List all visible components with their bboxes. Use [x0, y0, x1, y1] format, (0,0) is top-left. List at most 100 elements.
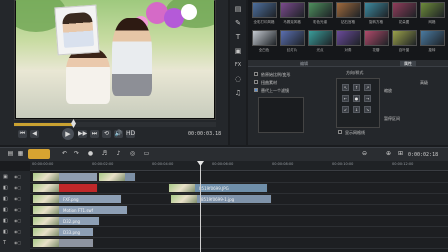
- effect-thumbnail[interactable]: [252, 30, 277, 46]
- ruler-label: 00:00:12:00: [392, 162, 414, 166]
- track-toggle-icon[interactable]: ◉▢: [14, 207, 26, 213]
- clip-thumbnail: [33, 228, 59, 236]
- filter-icon[interactable]: FX: [233, 60, 243, 70]
- effect-thumbnail[interactable]: [252, 2, 277, 18]
- effect-thumbnail[interactable]: [364, 2, 389, 18]
- direction-button[interactable]: ←: [342, 95, 349, 102]
- track-toggle-icon[interactable]: ◉▢: [14, 196, 26, 202]
- replace-filter-checkbox[interactable]: [254, 88, 258, 92]
- track-toggle-icon[interactable]: ◉▢: [14, 218, 26, 224]
- effect-thumbnail[interactable]: [280, 30, 305, 46]
- timeline-clip[interactable]: [98, 172, 136, 182]
- effect-thumbnail[interactable]: [420, 30, 445, 46]
- timeline-clip[interactable]: Motion FT1.swf: [32, 205, 128, 215]
- effect-thumbnail-label: 彩色光谱: [313, 20, 327, 24]
- timeline-clip[interactable]: 8519f0699-1.jpg: [170, 194, 272, 204]
- effect-thumbnail[interactable]: [308, 2, 333, 18]
- graphic-icon[interactable]: ▣: [233, 46, 243, 56]
- clip-label: FXF.png: [63, 197, 79, 202]
- direction-button[interactable]: ↑: [353, 84, 360, 91]
- timeline-clip[interactable]: [32, 238, 94, 248]
- effect-thumbnail[interactable]: [336, 30, 361, 46]
- undo-icon[interactable]: ↶: [60, 150, 69, 158]
- track-type-icon: ◧: [3, 196, 8, 202]
- zoom-in-icon[interactable]: ⊕: [384, 150, 393, 158]
- audio-icon[interactable]: ♫: [233, 88, 243, 98]
- ruler-label: 00:00:10:00: [332, 162, 354, 166]
- show-grid-label: 显示网格线: [345, 130, 365, 135]
- effect-thumbnail[interactable]: [392, 30, 417, 46]
- advanced-label[interactable]: 高级: [420, 80, 428, 86]
- ruler-label: 00:00:06:00: [212, 162, 234, 166]
- record-icon[interactable]: ●: [86, 150, 95, 158]
- timeline-clip[interactable]: FXF.png: [32, 194, 122, 204]
- track-type-icon: ◧: [3, 218, 8, 224]
- previous-button[interactable]: ◀: [30, 130, 39, 138]
- effect-thumbnail-label: 全白色: [258, 48, 270, 52]
- track-type-icon: ◧: [3, 185, 8, 191]
- clip-label: 8519f0699.JPG: [199, 186, 229, 191]
- volume-button[interactable]: 🔊: [114, 130, 123, 138]
- timeline-clip[interactable]: 8519f0699.JPG: [168, 183, 268, 193]
- clip-thumbnail: [99, 173, 125, 181]
- clip-thumbnail: [171, 195, 197, 203]
- distort-checkbox[interactable]: [254, 80, 258, 84]
- timeline-clip[interactable]: [32, 183, 98, 193]
- clip-label: D32.png: [63, 219, 81, 224]
- end-button[interactable]: ⏭: [90, 130, 99, 138]
- path-icon[interactable]: ◌: [233, 74, 243, 84]
- direction-button[interactable]: ↖: [342, 84, 349, 91]
- timeline-clip[interactable]: D33.png: [32, 227, 94, 237]
- fit-project-icon[interactable]: ⊞: [396, 150, 405, 158]
- play-button[interactable]: ▶: [62, 128, 74, 140]
- preview-timecode[interactable]: 00:00:03.18: [188, 131, 221, 137]
- effect-thumbnail[interactable]: [392, 2, 417, 18]
- pause-duration-label: 暂停区间: [384, 116, 400, 121]
- zoom-out-icon[interactable]: ⊖: [360, 150, 369, 158]
- direction-button[interactable]: ●: [353, 95, 360, 102]
- hd-button[interactable]: HD: [126, 130, 135, 138]
- timeline-view-icon[interactable]: ▦: [16, 150, 25, 158]
- scrub-progress: [14, 123, 73, 126]
- motion-track-icon[interactable]: ◎: [128, 150, 137, 158]
- effect-thumbnail[interactable]: [308, 30, 333, 46]
- track-toggle-icon[interactable]: ◉▢: [14, 185, 26, 191]
- storyboard-icon[interactable]: ▤: [6, 150, 15, 158]
- direction-button[interactable]: ↗: [364, 84, 371, 91]
- track-toggle-icon[interactable]: ◉▢: [14, 174, 26, 180]
- show-grid-checkbox[interactable]: [338, 130, 342, 134]
- instant-project-icon[interactable]: ✎: [233, 18, 243, 28]
- clip-thumbnail: [33, 206, 59, 214]
- ruler-label: 00:00:00:00: [32, 162, 54, 166]
- repeat-button[interactable]: ⟲: [102, 130, 111, 138]
- timeline-timecode[interactable]: 0:00:02:18: [408, 152, 438, 158]
- timeline-clip[interactable]: [32, 172, 98, 182]
- direction-button[interactable]: ↓: [353, 106, 360, 113]
- filter-list[interactable]: [258, 97, 304, 133]
- direction-button[interactable]: ↘: [364, 106, 371, 113]
- ruler-label: 00:00:08:00: [272, 162, 294, 166]
- keep-ratio-checkbox[interactable]: [254, 72, 258, 76]
- timeline-mode-button[interactable]: [28, 149, 50, 159]
- mixer-icon[interactable]: ♬: [100, 150, 109, 158]
- subtitle-icon[interactable]: ▭: [142, 150, 151, 158]
- track-toggle-icon[interactable]: ◉▢: [14, 229, 26, 235]
- effect-thumbnail[interactable]: [420, 2, 445, 18]
- title-icon[interactable]: T: [233, 32, 243, 42]
- effect-thumbnail[interactable]: [364, 30, 389, 46]
- effect-thumbnail[interactable]: [280, 2, 305, 18]
- media-icon[interactable]: ▤: [233, 4, 243, 14]
- direction-button[interactable]: ↙: [342, 106, 349, 113]
- clip-label: 8519f0699-1.jpg: [201, 197, 235, 202]
- track-toggle-icon[interactable]: ◉▢: [14, 240, 26, 246]
- effect-thumbnail[interactable]: [336, 2, 361, 18]
- timeline-clip[interactable]: D32.png: [32, 216, 100, 226]
- direction-button[interactable]: →: [364, 95, 371, 102]
- effect-thumbnail-label: 花朵图: [398, 20, 410, 24]
- direction-title: 方向/样式: [346, 70, 364, 75]
- home-button[interactable]: ⏮: [18, 130, 27, 138]
- clip-thumbnail: [33, 173, 59, 181]
- redo-icon[interactable]: ↷: [72, 150, 81, 158]
- next-button[interactable]: ▶▶: [78, 130, 87, 138]
- auto-music-icon[interactable]: ♪: [114, 150, 123, 158]
